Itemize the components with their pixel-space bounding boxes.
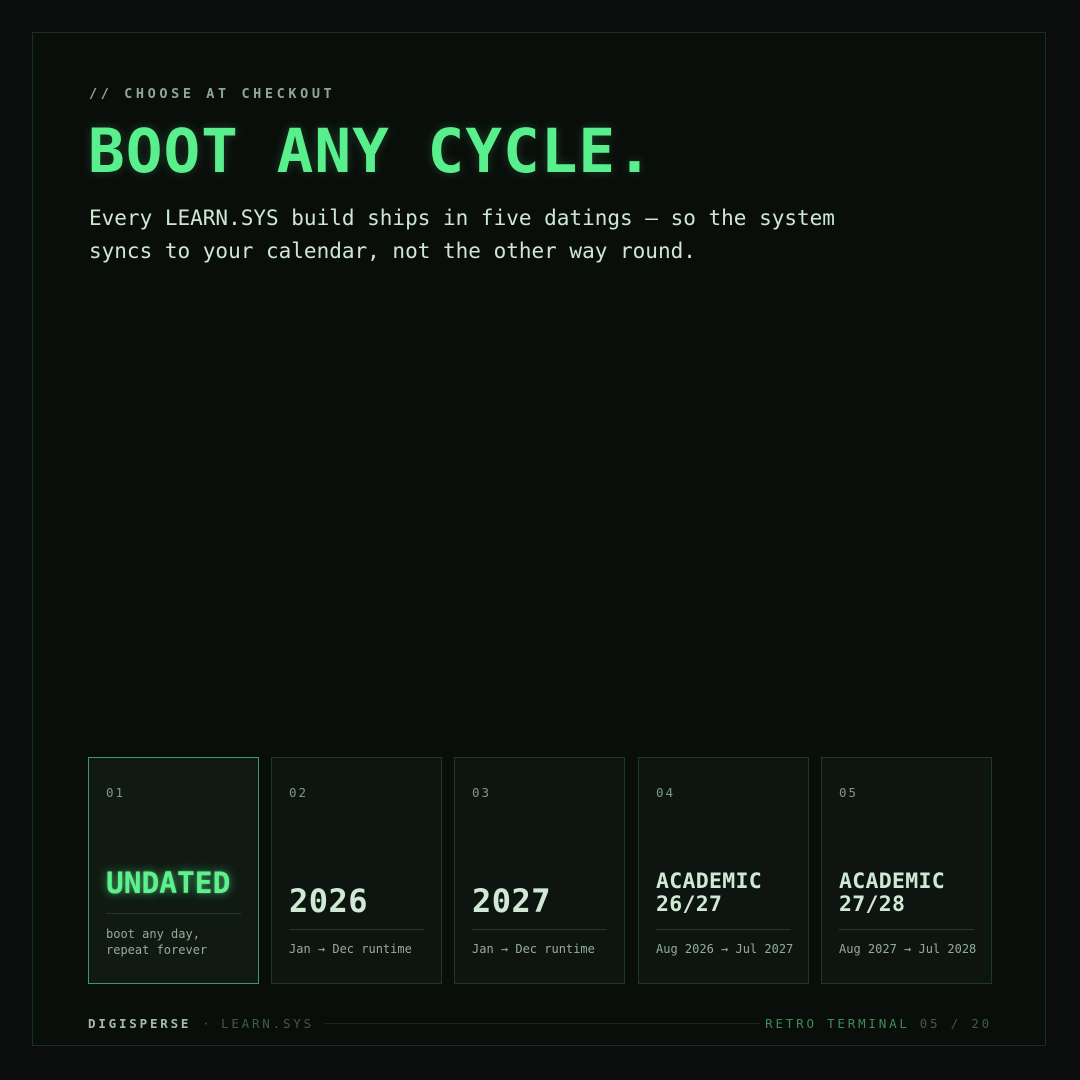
card-label: ACADEMIC 26/27 bbox=[656, 869, 762, 917]
card-divider bbox=[106, 913, 241, 914]
card-divider bbox=[472, 929, 607, 930]
footer-divider bbox=[324, 1023, 760, 1024]
card-divider bbox=[656, 929, 791, 930]
footer-product: LEARN.SYS bbox=[221, 1016, 314, 1031]
card-label: 2026 bbox=[289, 882, 369, 920]
eyebrow-label: // CHOOSE AT CHECKOUT bbox=[89, 86, 336, 102]
card-divider bbox=[839, 929, 974, 930]
footer-meta: RETRO TERMINAL 05 / 20 bbox=[765, 1016, 992, 1031]
dating-card-undated[interactable]: 01 UNDATED boot any day, repeat forever bbox=[88, 757, 259, 984]
card-description: boot any day, repeat forever bbox=[106, 927, 208, 957]
dating-card-academic-26-27[interactable]: 04 ACADEMIC 26/27 Aug 2026 → Jul 2027 bbox=[638, 757, 809, 984]
page-title: BOOT ANY CYCLE. bbox=[88, 116, 654, 187]
card-number: 05 bbox=[839, 785, 859, 800]
page-number: 05 / 20 bbox=[919, 1016, 992, 1031]
dating-card-academic-27-28[interactable]: 05 ACADEMIC 27/28 Aug 2027 → Jul 2028 bbox=[821, 757, 992, 984]
card-number: 04 bbox=[656, 785, 676, 800]
dating-options: 01 UNDATED boot any day, repeat forever … bbox=[88, 757, 992, 984]
dating-card-2026[interactable]: 02 2026 Jan → Dec runtime bbox=[271, 757, 442, 984]
card-number: 01 bbox=[106, 785, 126, 800]
card-description: Aug 2027 → Jul 2028 bbox=[839, 942, 977, 956]
card-label: ACADEMIC 27/28 bbox=[839, 869, 945, 917]
card-number: 02 bbox=[289, 785, 309, 800]
card-label: 2027 bbox=[472, 882, 552, 920]
page-subtitle: Every LEARN.SYS build ships in five dati… bbox=[89, 206, 835, 263]
card-number: 03 bbox=[472, 785, 492, 800]
dating-card-2027[interactable]: 03 2027 Jan → Dec runtime bbox=[454, 757, 625, 984]
footer: DIGISPERSE · LEARN.SYS RETRO TERMINAL 05 … bbox=[88, 1016, 992, 1032]
card-description: Aug 2026 → Jul 2027 bbox=[656, 942, 794, 956]
footer-theme: RETRO TERMINAL bbox=[765, 1016, 910, 1031]
footer-separator: · bbox=[202, 1016, 213, 1031]
footer-brand: DIGISPERSE bbox=[88, 1016, 192, 1031]
card-description: Jan → Dec runtime bbox=[472, 942, 595, 956]
card-description: Jan → Dec runtime bbox=[289, 942, 412, 956]
card-divider bbox=[289, 929, 424, 930]
card-label: UNDATED bbox=[106, 866, 231, 900]
